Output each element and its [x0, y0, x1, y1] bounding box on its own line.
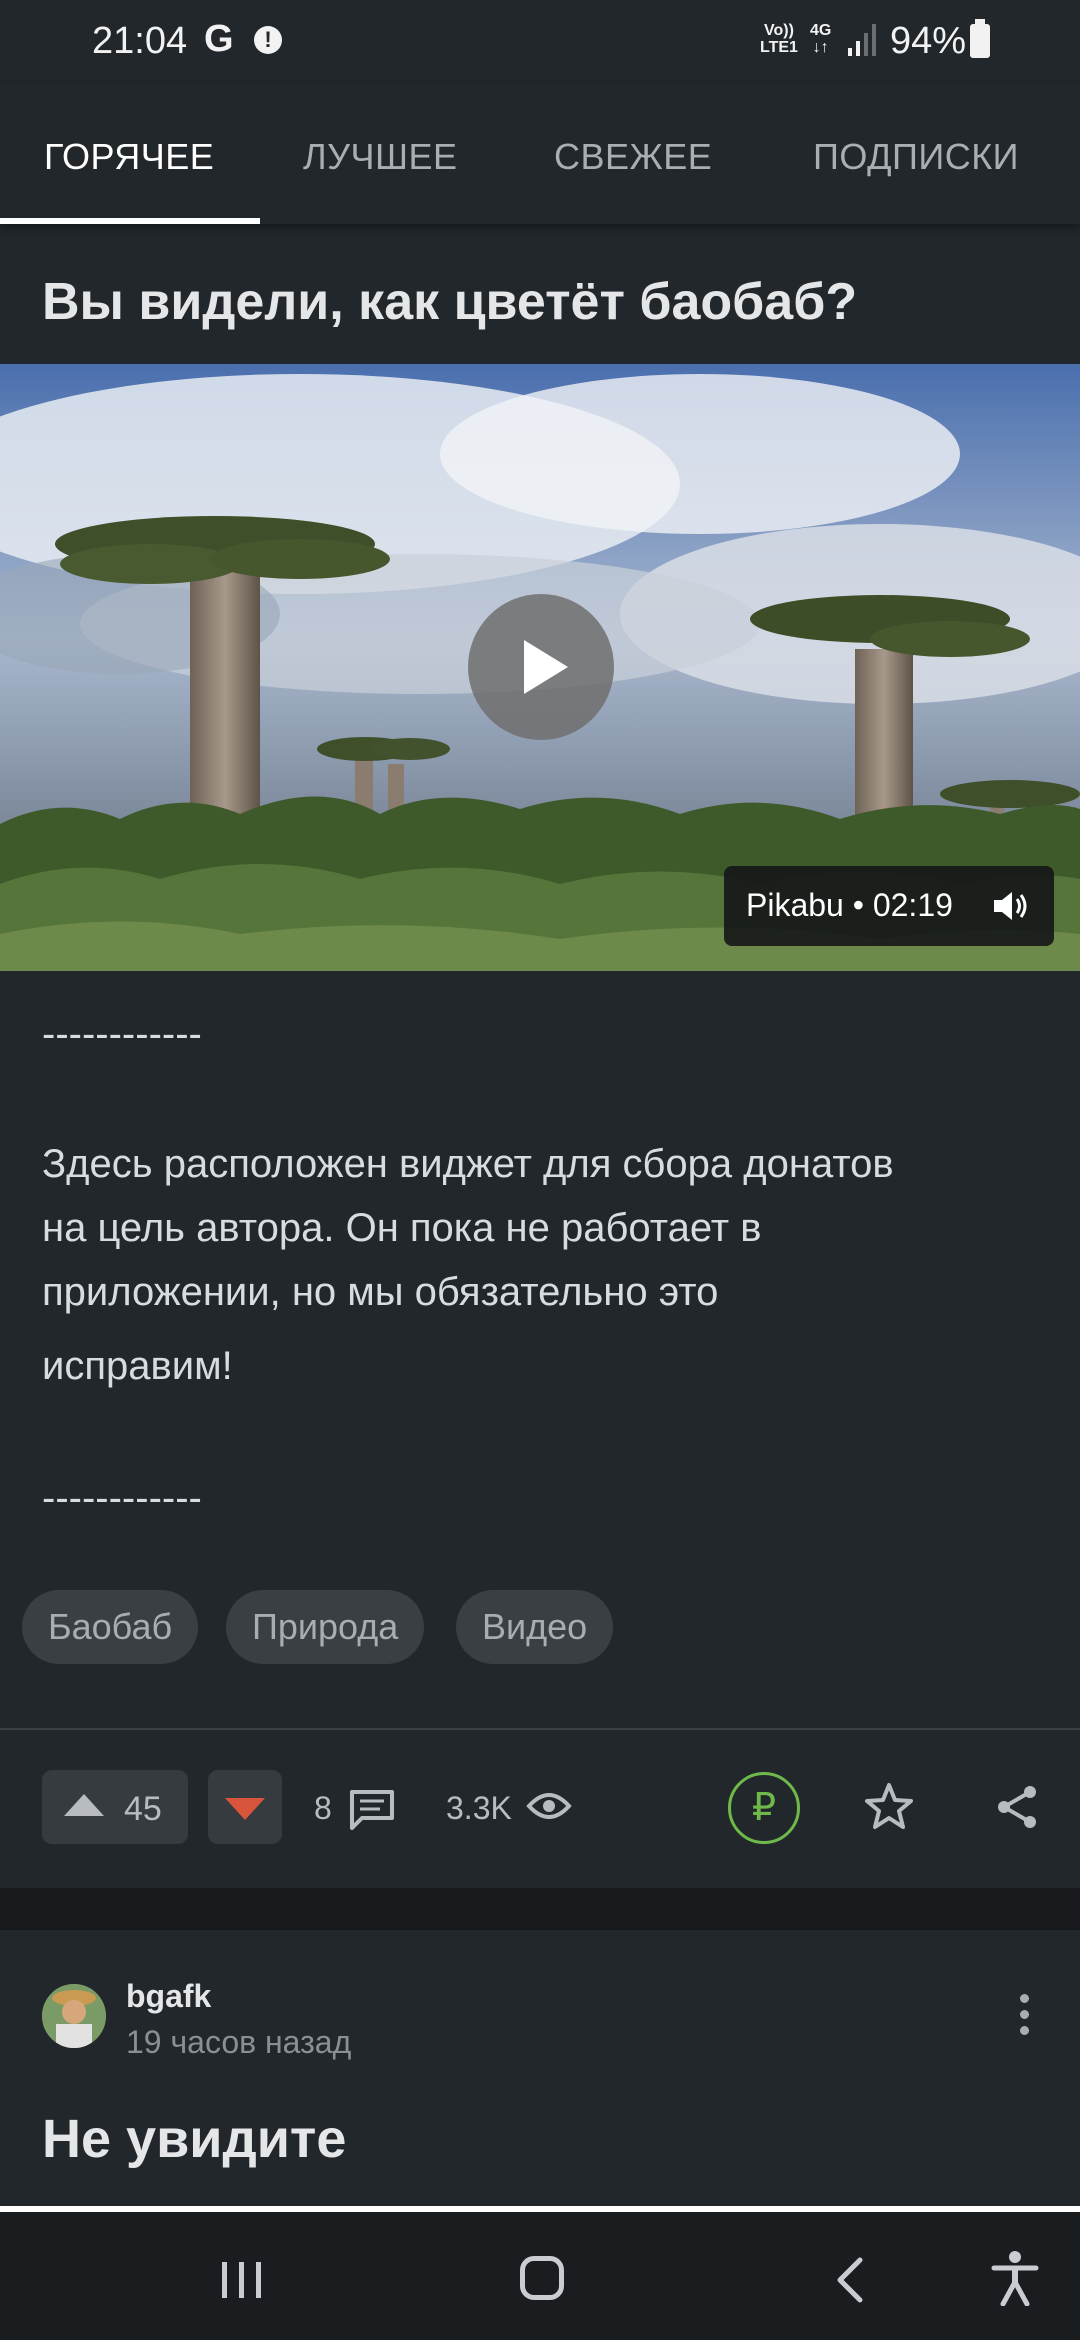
share-icon[interactable]	[994, 1784, 1040, 1830]
next-post-title[interactable]: Не увидите	[42, 2108, 346, 2170]
arrow-up-icon	[64, 1794, 104, 1816]
tab-subscriptions[interactable]: ПОДПИСКИ	[813, 136, 1019, 178]
data-type-label: 4G	[810, 22, 832, 39]
volume-icon[interactable]	[990, 888, 1030, 924]
comment-icon[interactable]	[348, 1788, 396, 1830]
status-bar: 21:04 G ! Vo)) LTE1 4G ↓↑ 94%	[0, 0, 1080, 84]
video-source-duration: Pikabu • 02:19	[746, 887, 953, 923]
widget-text-line-2: на цель автора. Он пока не работает в	[42, 1206, 762, 1250]
avatar-image	[42, 1984, 106, 2048]
post-title[interactable]: Вы видели, как цветёт баобаб?	[42, 272, 857, 332]
post-actions: 45 8 3.3K ₽	[0, 1770, 1080, 1846]
tab-hot[interactable]: ГОРЯЧЕЕ	[44, 136, 214, 178]
upvote-button[interactable]: 45	[42, 1770, 188, 1844]
accessibility-icon[interactable]	[990, 2250, 1040, 2306]
widget-text-line-4: исправим!	[42, 1344, 233, 1388]
system-nav-bar	[0, 2212, 1080, 2340]
battery-percent: 94%	[890, 20, 967, 62]
volte-indicator: Vo)) LTE1	[760, 22, 798, 56]
widget-text-line-1: Здесь расположен виджет для сбора донато…	[42, 1142, 894, 1186]
active-tab-indicator	[0, 218, 260, 224]
downvote-button[interactable]	[208, 1770, 282, 1844]
avatar[interactable]	[42, 1984, 106, 2048]
battery-icon	[970, 19, 990, 58]
data-indicator: 4G ↓↑	[810, 22, 831, 56]
star-icon[interactable]	[864, 1782, 914, 1830]
tab-best[interactable]: ЛУЧШЕЕ	[303, 136, 458, 178]
widget-text-line-3: приложении, но мы обязательно это	[42, 1270, 719, 1314]
google-icon: G	[204, 18, 234, 60]
arrow-down-icon	[225, 1798, 265, 1820]
video-info-badge: Pikabu • 02:19	[724, 866, 1054, 946]
signal-icon	[848, 24, 876, 56]
divider	[0, 1728, 1080, 1730]
alert-icon: !	[254, 26, 282, 54]
home-icon[interactable]	[520, 2256, 564, 2300]
author-name[interactable]: bgafk	[126, 1978, 211, 2015]
tag-video[interactable]: Видео	[456, 1590, 614, 1664]
tag-nature[interactable]: Природа	[226, 1590, 425, 1664]
recent-apps-icon[interactable]	[220, 2260, 264, 2300]
lte-label: LTE1	[760, 39, 798, 56]
data-arrows-label: ↓↑	[812, 39, 829, 56]
post-timestamp: 19 часов назад	[126, 2024, 352, 2060]
status-time: 21:04	[92, 20, 188, 62]
post-separator	[0, 1888, 1080, 1930]
volte-label: Vo))	[764, 22, 794, 39]
eye-icon	[526, 1793, 572, 1819]
feed-tabs: ГОРЯЧЕЕ ЛУЧШЕЕ СВЕЖЕЕ ПОДПИСКИ	[0, 84, 1080, 224]
donate-ruble-icon[interactable]: ₽	[728, 1772, 800, 1844]
tab-fresh[interactable]: СВЕЖЕЕ	[554, 136, 712, 178]
separator-line-bottom: ------------	[42, 1476, 202, 1520]
comments-count[interactable]: 8	[314, 1790, 332, 1827]
views-count: 3.3K	[446, 1790, 512, 1826]
play-button[interactable]	[468, 594, 614, 740]
video-player[interactable]: Pikabu • 02:19	[0, 364, 1080, 971]
tag-baobab[interactable]: Баобаб	[22, 1590, 199, 1664]
more-options-icon[interactable]	[1020, 1994, 1030, 2042]
separator-line-top: ------------	[42, 1012, 202, 1056]
back-icon[interactable]	[834, 2256, 864, 2304]
rating-count: 45	[124, 1790, 162, 1828]
